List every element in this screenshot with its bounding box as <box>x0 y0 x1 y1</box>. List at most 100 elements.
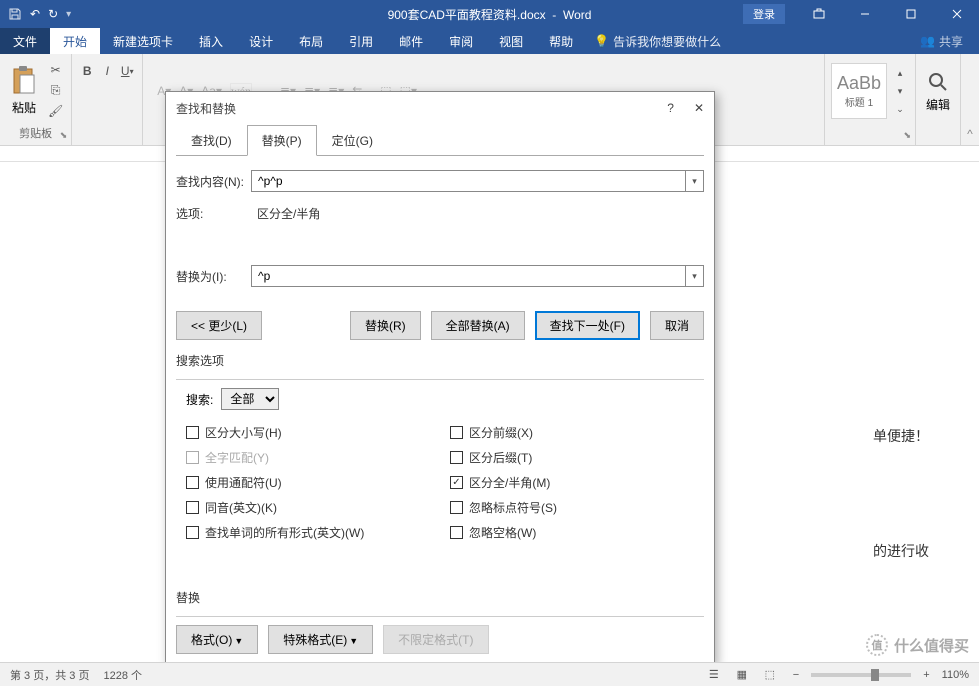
find-replace-dialog: 查找和替换 ? ✕ 查找(D) 替换(P) 定位(G) 查找内容(N): ▾ 选… <box>165 91 715 665</box>
find-button[interactable]: 编辑 <box>922 68 954 115</box>
help-icon[interactable]: ? <box>667 101 674 115</box>
web-layout-icon[interactable]: ⬚ <box>759 666 781 684</box>
tell-me[interactable]: 💡 告诉我你想要做什么 <box>594 28 721 54</box>
launcher-icon[interactable]: ⬊ <box>903 130 911 141</box>
check-match-case[interactable]: 区分大小写(H) <box>186 424 440 441</box>
tab-review[interactable]: 审阅 <box>436 28 486 54</box>
watermark: 值 什么值得买 <box>866 634 969 656</box>
lightbulb-icon: 💡 <box>594 34 609 48</box>
check-word-forms[interactable]: 查找单词的所有形式(英文)(W) <box>186 524 440 541</box>
replace-input[interactable]: ▾ <box>251 265 704 287</box>
undo-icon[interactable]: ↶ <box>30 7 40 21</box>
search-direction-select[interactable]: 全部 <box>221 388 279 410</box>
replace-section-label: 替换 <box>176 589 704 606</box>
cancel-button[interactable]: 取消 <box>650 311 704 340</box>
collapse-ribbon-icon[interactable]: ^ <box>961 54 979 145</box>
format-painter-icon[interactable]: 🖌 <box>46 102 65 120</box>
check-sounds-like[interactable]: 同音(英文)(K) <box>186 499 440 516</box>
zoom-level[interactable]: 110% <box>942 669 969 681</box>
doc-text: 单便捷！ <box>873 426 929 446</box>
replace-label: 替换为(I): <box>176 268 251 285</box>
find-icon <box>926 70 950 94</box>
tab-references[interactable]: 引用 <box>336 28 386 54</box>
search-direction-label: 搜索: <box>186 391 213 408</box>
minimize-icon[interactable] <box>843 0 887 28</box>
check-suffix[interactable]: 区分后缀(T) <box>450 449 704 466</box>
find-label: 查找内容(N): <box>176 173 251 190</box>
replace-all-button[interactable]: 全部替换(A) <box>431 311 525 340</box>
check-whole-word: 全字匹配(Y) <box>186 449 440 466</box>
underline-button[interactable]: U ▾ <box>118 62 136 80</box>
italic-button[interactable]: I <box>98 62 116 80</box>
dialog-title: 查找和替换 <box>176 100 236 117</box>
menubar: 文件 开始 新建选项卡 插入 设计 布局 引用 邮件 审阅 视图 帮助 💡 告诉… <box>0 28 979 54</box>
ribbon-group-clipboard: 粘贴 ✂ ⎘ 🖌 剪贴板⬊ <box>0 54 72 145</box>
tab-design[interactable]: 设计 <box>236 28 286 54</box>
tab-find[interactable]: 查找(D) <box>176 125 247 156</box>
check-ignore-punct[interactable]: 忽略标点符号(S) <box>450 499 704 516</box>
dropdown-icon[interactable]: ▾ <box>685 171 703 191</box>
zoom-out-button[interactable]: − <box>787 669 805 681</box>
launcher-icon[interactable]: ⬊ <box>60 130 68 141</box>
separator <box>176 616 704 617</box>
special-format-button[interactable]: 特殊格式(E)▼ <box>268 625 373 654</box>
less-button[interactable]: << 更少(L) <box>176 311 262 340</box>
check-prefix[interactable]: 区分前缀(X) <box>450 424 704 441</box>
close-icon[interactable] <box>935 0 979 28</box>
print-layout-icon[interactable]: ▦ <box>731 666 753 684</box>
check-full-half-width[interactable]: ✓区分全/半角(M) <box>450 474 704 491</box>
style-down-icon[interactable]: ▾ <box>891 82 909 100</box>
tab-insert[interactable]: 插入 <box>186 28 236 54</box>
zoom-in-button[interactable]: + <box>917 669 935 681</box>
tab-mailings[interactable]: 邮件 <box>386 28 436 54</box>
check-ignore-space[interactable]: 忽略空格(W) <box>450 524 704 541</box>
ribbon-group-editing: 编辑 <box>916 54 961 145</box>
replace-button[interactable]: 替换(R) <box>350 311 421 340</box>
style-up-icon[interactable]: ▴ <box>891 64 909 82</box>
tab-newtab[interactable]: 新建选项卡 <box>100 28 186 54</box>
copy-icon[interactable]: ⎘ <box>46 81 65 100</box>
titlebar: ↶ ↻ ▾ 900套CAD平面教程资料.docx - Word 登录 <box>0 0 979 28</box>
search-options-label: 搜索选项 <box>176 352 704 369</box>
share-button[interactable]: 👥 共享 <box>920 28 979 54</box>
redo-icon[interactable]: ↻ <box>48 7 58 21</box>
find-input[interactable]: ▾ <box>251 170 704 192</box>
format-button[interactable]: 格式(O)▼ <box>176 625 258 654</box>
ribbon-group-styles: AaBb 标题 1 ▴ ▾ ⌄ ⬊ <box>825 54 916 145</box>
zoom-slider[interactable] <box>811 673 911 677</box>
no-format-button: 不限定格式(T) <box>383 625 488 654</box>
paste-button[interactable]: 粘贴 <box>6 63 42 118</box>
tab-view[interactable]: 视图 <box>486 28 536 54</box>
dialog-titlebar[interactable]: 查找和替换 ? ✕ <box>166 92 714 124</box>
style-item[interactable]: AaBb 标题 1 <box>831 63 887 119</box>
check-wildcards[interactable]: 使用通配符(U) <box>186 474 440 491</box>
style-more-icon[interactable]: ⌄ <box>891 100 909 118</box>
qat-more-icon[interactable]: ▾ <box>66 9 71 20</box>
save-icon[interactable] <box>8 7 22 21</box>
tab-file[interactable]: 文件 <box>0 28 50 54</box>
dropdown-icon[interactable]: ▾ <box>685 266 703 286</box>
find-next-button[interactable]: 查找下一处(F) <box>535 311 640 340</box>
statusbar: 第 3 页，共 3 页 1228 个 ☰ ▦ ⬚ − + 110% <box>0 662 979 686</box>
close-icon[interactable]: ✕ <box>694 101 704 115</box>
tab-layout[interactable]: 布局 <box>286 28 336 54</box>
quick-access-toolbar: ↶ ↻ ▾ <box>0 7 71 21</box>
dialog-tabs: 查找(D) 替换(P) 定位(G) <box>176 124 704 156</box>
doc-text: 的进行收 <box>873 541 929 561</box>
options-label: 选项: <box>176 205 251 222</box>
word-count[interactable]: 1228 个 <box>103 667 142 683</box>
separator <box>176 379 704 380</box>
bold-button[interactable]: B <box>78 62 96 80</box>
tab-help[interactable]: 帮助 <box>536 28 586 54</box>
paste-icon <box>10 65 38 97</box>
ribbon-options-icon[interactable] <box>797 0 841 28</box>
share-icon: 👥 <box>920 34 935 48</box>
tab-goto[interactable]: 定位(G) <box>317 125 388 156</box>
read-mode-icon[interactable]: ☰ <box>703 666 725 684</box>
page-status[interactable]: 第 3 页，共 3 页 <box>10 667 89 683</box>
login-button[interactable]: 登录 <box>743 4 785 24</box>
cut-icon[interactable]: ✂ <box>46 61 65 79</box>
tab-home[interactable]: 开始 <box>50 28 100 54</box>
tab-replace[interactable]: 替换(P) <box>247 125 317 156</box>
maximize-icon[interactable] <box>889 0 933 28</box>
